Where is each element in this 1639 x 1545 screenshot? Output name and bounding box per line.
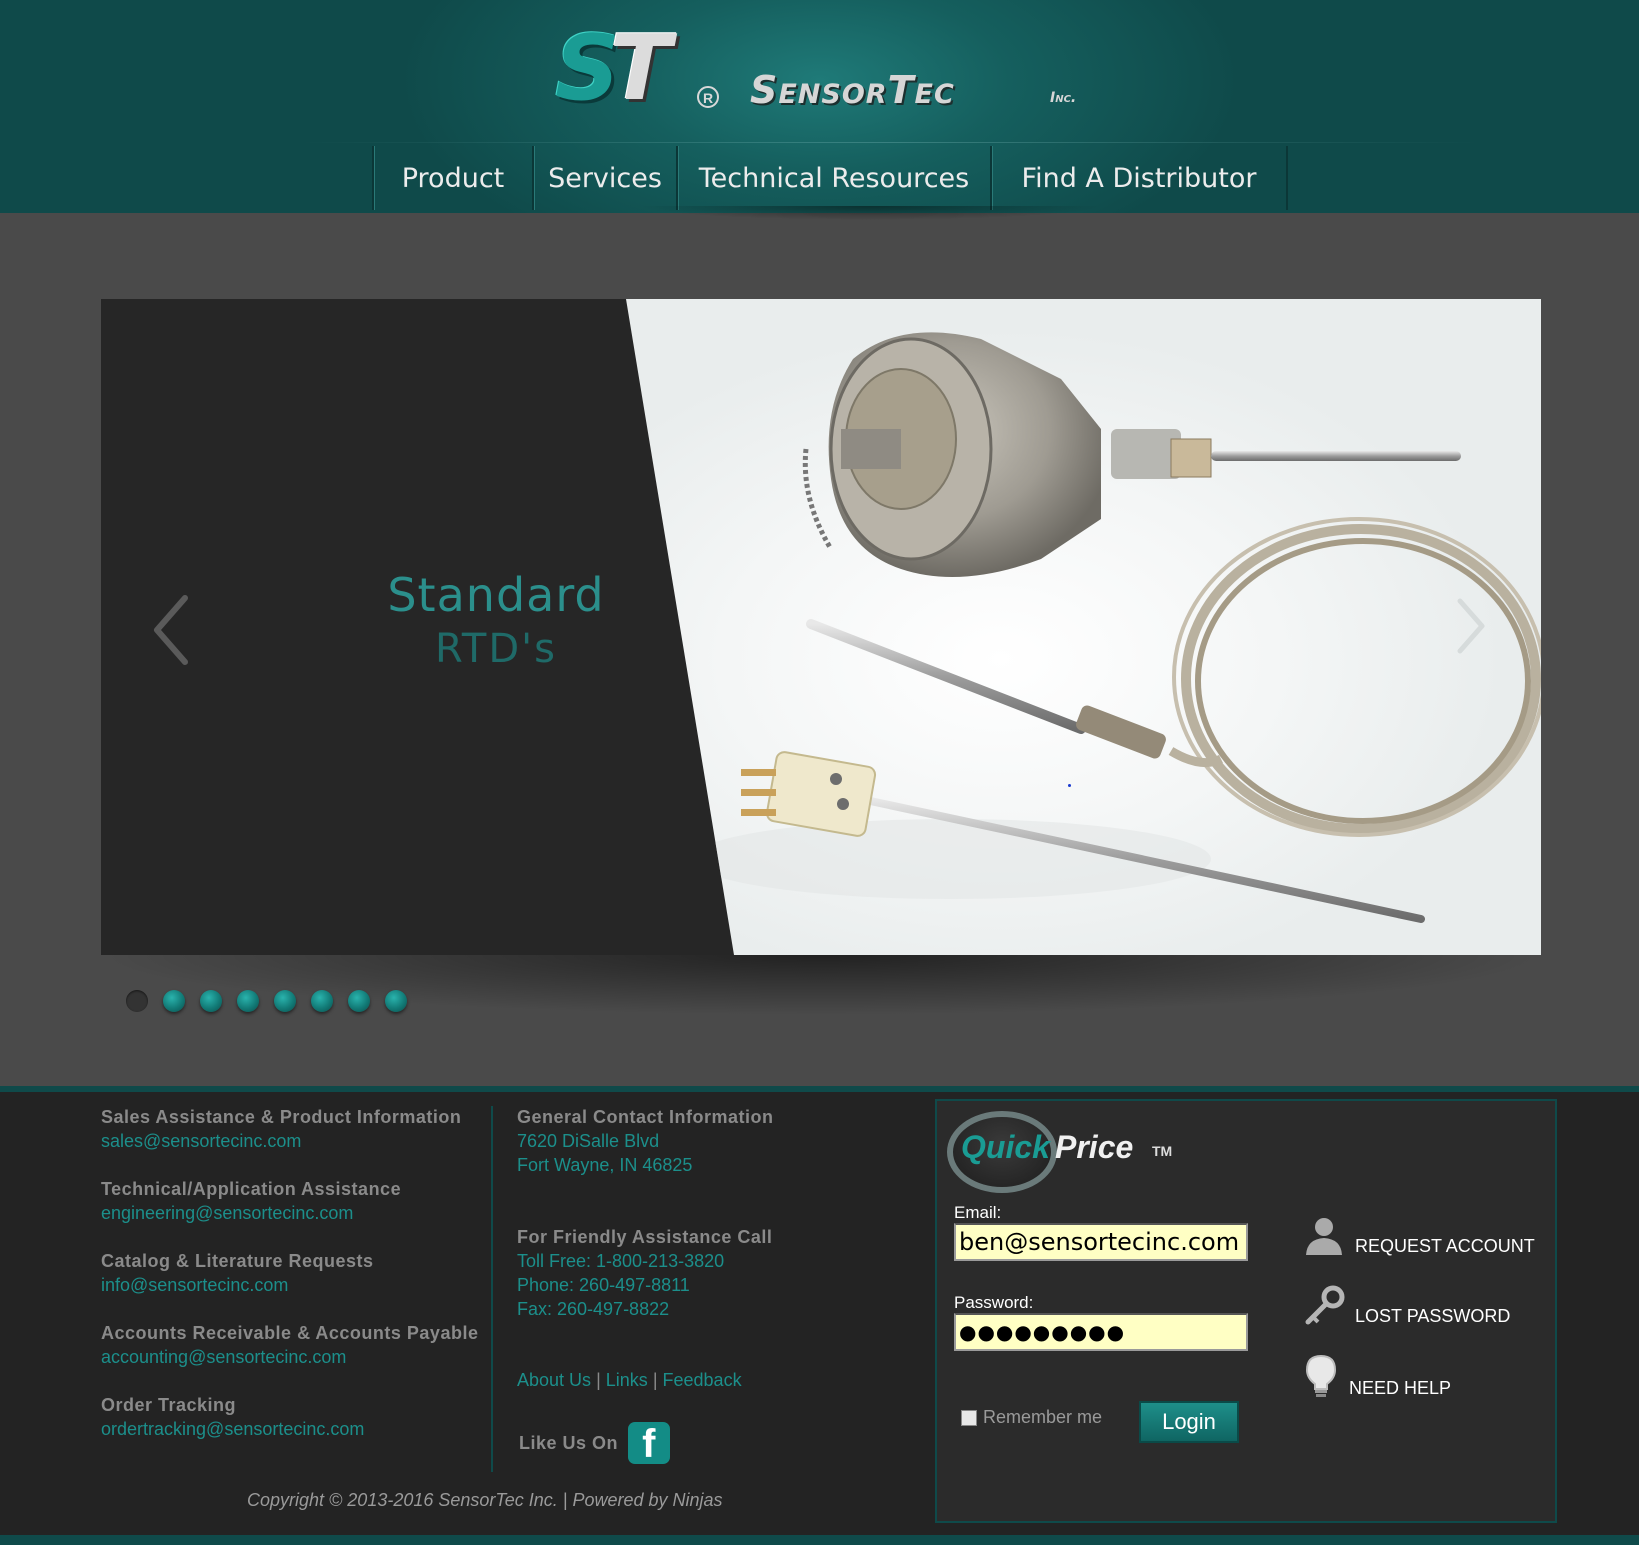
- password-label: Password:: [954, 1293, 1034, 1312]
- contact-group-order-tracking: Order Tracking ordertracking@sensortecin…: [101, 1393, 478, 1441]
- like-us-label: Like Us On: [519, 1432, 619, 1453]
- link-separator: |: [596, 1370, 601, 1390]
- copyright-text: Copyright © 2013-2016 SensorTec Inc. | P…: [247, 1490, 723, 1510]
- remember-me-checkbox[interactable]: [961, 1409, 977, 1426]
- contact-email-link[interactable]: sales@sensortecinc.com: [101, 1129, 478, 1153]
- footer-links: About Us | Links | Feedback: [517, 1370, 742, 1391]
- remember-me-label: Remember me: [983, 1407, 1103, 1427]
- address-line-2: Fort Wayne, IN 46825: [517, 1155, 693, 1175]
- slide-caption: Standard RTD's: [291, 567, 701, 675]
- lightbulb-icon: [1305, 1354, 1337, 1397]
- slider-dot-1[interactable]: [126, 990, 148, 1012]
- contact-label: Technical/Application Assistance: [101, 1179, 402, 1199]
- contact-list: Sales Assistance & Product Information s…: [101, 1105, 478, 1441]
- contact-label: Order Tracking: [101, 1395, 237, 1415]
- hero-slider: Standard RTD's: [101, 299, 1541, 955]
- lost-password-link[interactable]: LOST PASSWORD: [1303, 1285, 1510, 1327]
- contact-group-sales: Sales Assistance & Product Information s…: [101, 1105, 478, 1153]
- contact-group-catalog: Catalog & Literature Requests info@senso…: [101, 1249, 478, 1297]
- slider-dot-4[interactable]: [237, 990, 259, 1012]
- trademark-mark: TM: [1152, 1143, 1173, 1159]
- key-icon: [1305, 1285, 1345, 1325]
- slider-dot-3[interactable]: [200, 990, 222, 1012]
- slider-next-button[interactable]: [1456, 597, 1486, 655]
- site-header: ST R SensorTec Inc. Product Services Tec…: [0, 0, 1639, 234]
- quickprice-login-panel: Quick Price TM Email: Password: ●●●●●●●●…: [935, 1099, 1557, 1523]
- slider-dot-7[interactable]: [348, 990, 370, 1012]
- phone-number[interactable]: Phone: 260-497-8811: [517, 1273, 772, 1297]
- about-us-link[interactable]: About Us: [517, 1370, 591, 1390]
- slider-pagination: [126, 990, 407, 1012]
- nav-shadow: [640, 206, 1100, 234]
- slide-title: Standard: [387, 568, 605, 622]
- footer-bottom-bar: [0, 1535, 1639, 1545]
- email-input[interactable]: [954, 1223, 1248, 1261]
- nav-divider-line: [300, 142, 1480, 143]
- facebook-icon[interactable]: f: [628, 1422, 671, 1464]
- fax-number: Fax: 260-497-8822: [517, 1299, 670, 1319]
- toll-free-number[interactable]: Toll Free: 1-800-213-3820: [517, 1249, 772, 1273]
- contact-label: Accounts Receivable & Accounts Payable: [101, 1323, 479, 1343]
- contact-group-technical: Technical/Application Assistance enginee…: [101, 1177, 478, 1225]
- quickprice-logo-quick: Quick: [961, 1129, 1050, 1165]
- company-suffix: Inc.: [1050, 90, 1077, 106]
- company-name: SensorTec: [750, 68, 955, 112]
- chevron-left-icon: [154, 595, 188, 665]
- remember-me: Remember me: [961, 1407, 1102, 1428]
- contact-label: Sales Assistance & Product Information: [101, 1107, 462, 1127]
- logo-letter-s: S: [555, 16, 620, 121]
- contact-group-accounting: Accounts Receivable & Accounts Payable a…: [101, 1321, 478, 1369]
- cursor-dot: [1068, 784, 1071, 787]
- footer-column-divider: [491, 1106, 493, 1472]
- contact-email-link[interactable]: engineering@sensortecinc.com: [101, 1201, 478, 1225]
- contact-email-link[interactable]: info@sensortecinc.com: [101, 1273, 478, 1297]
- phone-contact: For Friendly Assistance Call Toll Free: …: [517, 1225, 772, 1321]
- contact-label: Catalog & Literature Requests: [101, 1251, 374, 1271]
- address-line-1: 7620 DiSalle Blvd: [517, 1131, 660, 1151]
- quickprice-logo-price: Price: [1055, 1129, 1134, 1165]
- logo-letter-t: T: [609, 16, 671, 121]
- links-link[interactable]: Links: [606, 1370, 648, 1390]
- main-nav: Product Services Technical Resources Fin…: [372, 146, 1288, 210]
- request-account-label: REQUEST ACCOUNT: [1355, 1236, 1535, 1256]
- link-separator: |: [652, 1370, 658, 1390]
- person-icon: [1306, 1218, 1342, 1255]
- request-account-link[interactable]: REQUEST ACCOUNT: [1303, 1215, 1535, 1257]
- email-label: Email:: [954, 1203, 1002, 1222]
- general-contact: General Contact Information 7620 DiSalle…: [517, 1105, 774, 1177]
- nav-item-find-a-distributor[interactable]: Find A Distributor: [990, 146, 1288, 210]
- slider-dot-5[interactable]: [274, 990, 296, 1012]
- sensortec-logo[interactable]: ST R SensorTec Inc.: [555, 22, 1115, 122]
- nav-item-product[interactable]: Product: [372, 146, 532, 210]
- quickprice-logo: Quick Price TM: [947, 1107, 1207, 1197]
- like-us-on-facebook: Like Us On f: [519, 1422, 671, 1464]
- slider-prev-button[interactable]: [151, 594, 191, 666]
- need-help-link[interactable]: NEED HELP: [1303, 1353, 1451, 1399]
- slide-subtitle: RTD's: [435, 626, 557, 672]
- nav-item-technical-resources[interactable]: Technical Resources: [676, 146, 990, 210]
- registered-mark: R: [697, 86, 719, 108]
- lost-password-label: LOST PASSWORD: [1355, 1306, 1511, 1326]
- need-help-label: NEED HELP: [1349, 1378, 1452, 1398]
- contact-email-link[interactable]: ordertracking@sensortecinc.com: [101, 1417, 478, 1441]
- slider-dot-8[interactable]: [385, 990, 407, 1012]
- general-contact-label: General Contact Information: [517, 1107, 774, 1127]
- slider-dot-6[interactable]: [311, 990, 333, 1012]
- feedback-link[interactable]: Feedback: [663, 1370, 742, 1390]
- password-input[interactable]: ●●●●●●●●●: [954, 1313, 1248, 1351]
- slider-dot-2[interactable]: [163, 990, 185, 1012]
- login-button[interactable]: Login: [1139, 1401, 1239, 1443]
- nav-item-services[interactable]: Services: [532, 146, 676, 210]
- phone-contact-label: For Friendly Assistance Call: [517, 1227, 773, 1247]
- contact-email-link[interactable]: accounting@sensortecinc.com: [101, 1345, 478, 1369]
- chevron-right-icon: [1457, 598, 1485, 654]
